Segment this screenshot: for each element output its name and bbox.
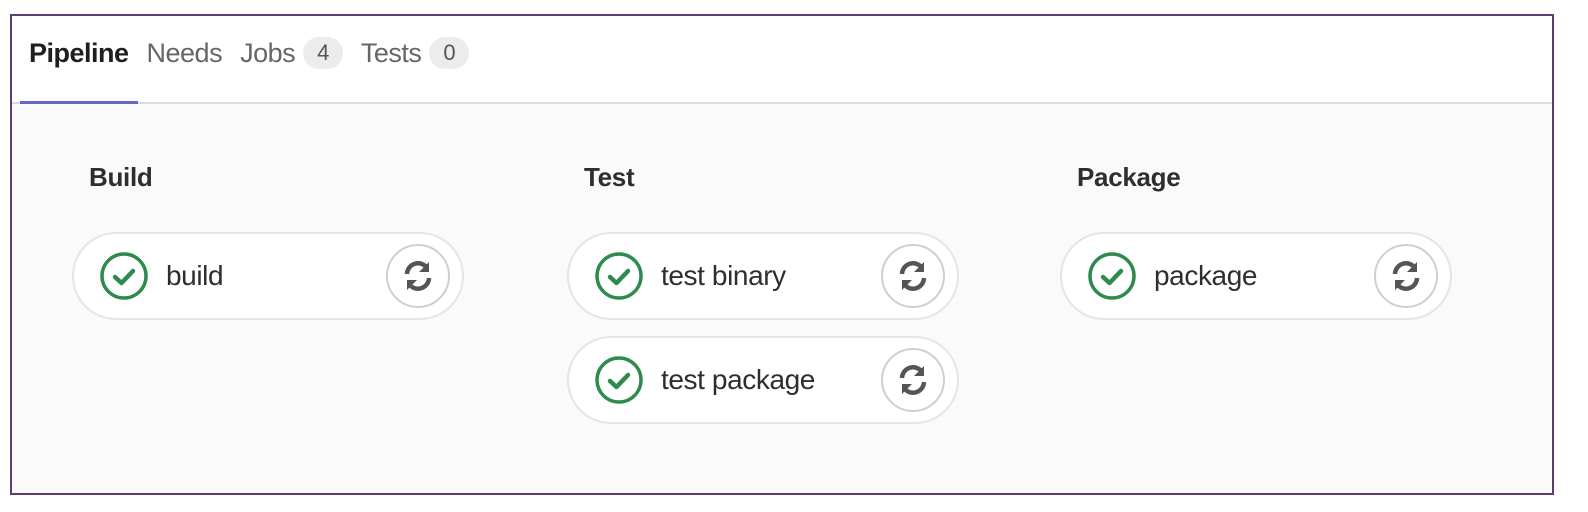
stage-build: Build build xyxy=(72,162,464,320)
job-name[interactable]: test binary xyxy=(661,260,881,292)
retry-button[interactable] xyxy=(881,244,945,308)
tests-count-badge: 0 xyxy=(429,37,470,69)
retry-icon xyxy=(899,365,927,395)
check-circle-icon xyxy=(1088,252,1136,300)
pipeline-panel: Pipeline Needs Jobs 4 Tests 0 Build buil… xyxy=(10,14,1554,495)
retry-button[interactable] xyxy=(1374,244,1438,308)
job-name[interactable]: test package xyxy=(661,364,881,396)
retry-button[interactable] xyxy=(386,244,450,308)
job-package[interactable]: package xyxy=(1060,232,1452,320)
stage-title: Build xyxy=(89,162,153,192)
job-test-binary[interactable]: test binary xyxy=(567,232,959,320)
tab-needs[interactable]: Needs xyxy=(138,16,232,102)
tab-label: Jobs xyxy=(240,37,296,68)
job-build[interactable]: build xyxy=(72,232,464,320)
job-test-package[interactable]: test package xyxy=(567,336,959,424)
stage-test: Test test binary test package xyxy=(567,162,959,424)
tab-tests[interactable]: Tests 0 xyxy=(352,16,478,102)
tab-label: Tests xyxy=(360,37,422,68)
job-list: test binary test package xyxy=(567,232,959,424)
tab-bar: Pipeline Needs Jobs 4 Tests 0 xyxy=(12,16,1552,104)
check-circle-icon xyxy=(595,356,643,404)
tab-label: Pipeline xyxy=(29,37,129,68)
retry-icon xyxy=(899,261,927,291)
tab-jobs[interactable]: Jobs 4 xyxy=(231,16,352,102)
retry-icon xyxy=(1392,261,1420,291)
jobs-count-badge: 4 xyxy=(303,37,343,69)
check-circle-icon xyxy=(100,252,148,300)
stage-title: Package xyxy=(1077,162,1181,192)
check-circle-icon xyxy=(595,252,643,300)
tab-label: Needs xyxy=(146,37,223,68)
job-list: build xyxy=(72,232,464,320)
retry-icon xyxy=(404,261,432,291)
stage-package: Package package xyxy=(1060,162,1452,320)
job-name[interactable]: build xyxy=(166,260,386,292)
job-list: package xyxy=(1060,232,1452,320)
stage-title: Test xyxy=(584,162,635,192)
job-name[interactable]: package xyxy=(1154,260,1374,292)
tab-pipeline[interactable]: Pipeline xyxy=(20,16,138,104)
retry-button[interactable] xyxy=(881,348,945,412)
